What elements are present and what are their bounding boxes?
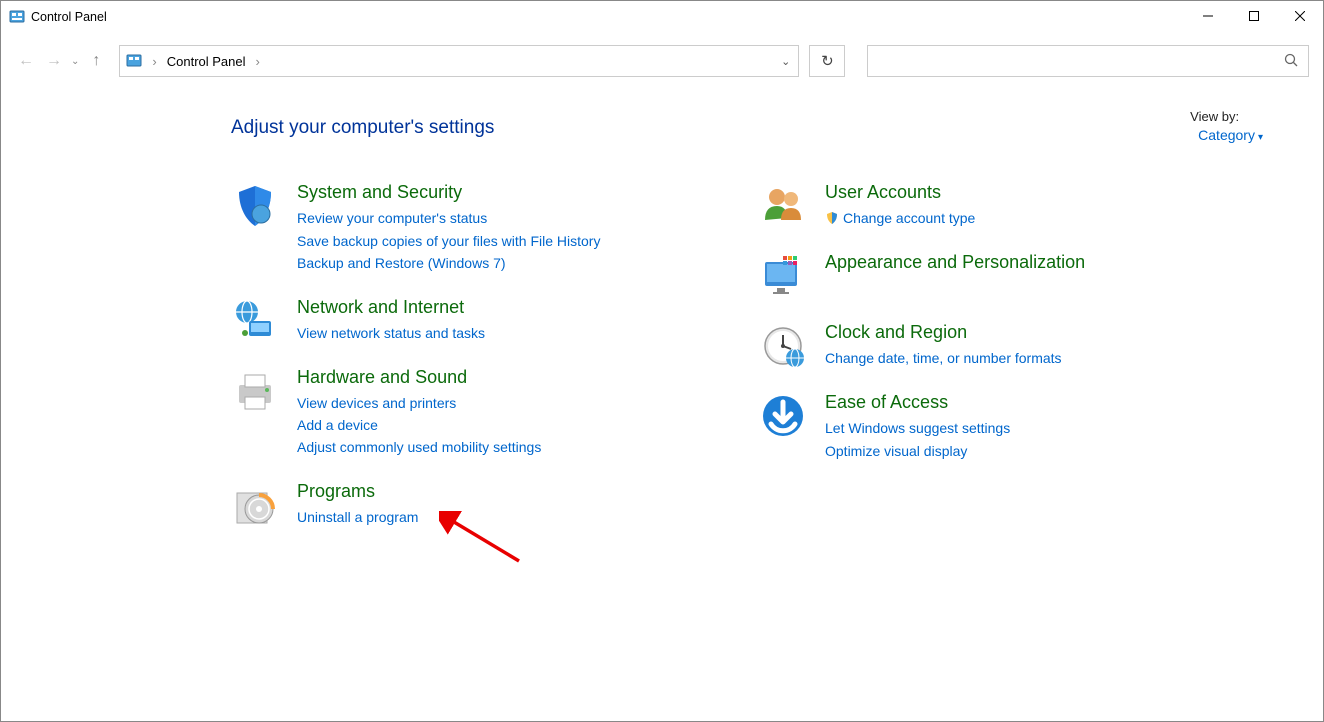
window-controls xyxy=(1185,1,1323,31)
refresh-button[interactable]: ↻ xyxy=(809,45,845,77)
category-programs: Programs Uninstall a program xyxy=(231,481,735,529)
breadcrumb-segment[interactable]: Control Panel xyxy=(167,54,246,69)
category-title[interactable]: Appearance and Personalization xyxy=(825,252,1085,273)
category-title[interactable]: Clock and Region xyxy=(825,322,967,343)
minimize-button[interactable] xyxy=(1185,1,1231,31)
category-title[interactable]: Network and Internet xyxy=(297,297,464,318)
window-title: Control Panel xyxy=(31,10,107,24)
disc-icon xyxy=(231,481,279,529)
category-hardware-sound: Hardware and Sound View devices and print… xyxy=(231,367,735,459)
clock-icon xyxy=(759,322,807,370)
category-link[interactable]: Uninstall a program xyxy=(297,506,418,528)
search-icon xyxy=(1284,53,1298,70)
category-link[interactable]: Change account type xyxy=(825,207,975,229)
category-link[interactable]: Save backup copies of your files with Fi… xyxy=(297,230,600,252)
category-title[interactable]: Ease of Access xyxy=(825,392,948,413)
category-link[interactable]: View network status and tasks xyxy=(297,322,485,344)
category-network-internet: Network and Internet View network status … xyxy=(231,297,735,345)
view-by-dropdown[interactable]: Category▾ xyxy=(1198,124,1263,146)
uac-shield-icon xyxy=(825,209,839,223)
category-appearance: Appearance and Personalization xyxy=(759,252,1263,300)
appearance-icon xyxy=(759,252,807,300)
address-bar[interactable]: › Control Panel › ⌄ xyxy=(119,45,799,77)
users-icon xyxy=(759,182,807,230)
close-button[interactable] xyxy=(1277,1,1323,31)
category-link[interactable]: View devices and printers xyxy=(297,392,541,414)
navigation-bar: ← → ⌄ ↑ › Control Panel › ⌄ ↻ xyxy=(1,41,1323,81)
chevron-right-icon[interactable]: › xyxy=(252,54,264,69)
search-box[interactable] xyxy=(867,45,1309,77)
category-system-security: System and Security Review your computer'… xyxy=(231,182,735,274)
up-button[interactable]: ↑ xyxy=(85,50,107,72)
category-link[interactable]: Adjust commonly used mobility settings xyxy=(297,436,541,458)
recent-locations-dropdown[interactable]: ⌄ xyxy=(71,56,79,67)
category-title[interactable]: Programs xyxy=(297,481,375,502)
ease-icon xyxy=(759,392,807,440)
search-input[interactable] xyxy=(876,54,1300,69)
category-title[interactable]: User Accounts xyxy=(825,182,941,203)
category-link[interactable]: Let Windows suggest settings xyxy=(825,417,1010,439)
category-clock-region: Clock and Region Change date, time, or nu… xyxy=(759,322,1263,370)
forward-button[interactable]: → xyxy=(43,50,65,72)
category-title[interactable]: System and Security xyxy=(297,182,462,203)
content-area: Adjust your computer's settings View by:… xyxy=(1,81,1323,551)
page-heading: Adjust your computer's settings xyxy=(231,117,494,139)
chevron-right-icon[interactable]: › xyxy=(148,54,160,69)
category-link[interactable]: Add a device xyxy=(297,414,541,436)
category-link[interactable]: Optimize visual display xyxy=(825,440,1010,462)
address-history-dropdown[interactable]: ⌄ xyxy=(781,55,790,68)
view-by-control: View by: Category▾ xyxy=(1190,109,1263,146)
title-bar: Control Panel xyxy=(1,1,1323,33)
control-panel-icon xyxy=(9,9,25,25)
category-ease-of-access: Ease of Access Let Windows suggest settin… xyxy=(759,392,1263,462)
category-title[interactable]: Hardware and Sound xyxy=(297,367,467,388)
category-link[interactable]: Review your computer's status xyxy=(297,207,600,229)
chevron-down-icon: ▾ xyxy=(1258,132,1263,143)
category-link[interactable]: Backup and Restore (Windows 7) xyxy=(297,252,600,274)
category-link[interactable]: Change date, time, or number formats xyxy=(825,347,1062,369)
back-button[interactable]: ← xyxy=(15,50,37,72)
shield-icon xyxy=(231,182,279,230)
maximize-button[interactable] xyxy=(1231,1,1277,31)
view-by-label: View by: xyxy=(1190,109,1239,124)
category-user-accounts: User Accounts Change account type xyxy=(759,182,1263,230)
control-panel-icon xyxy=(126,53,142,69)
network-icon xyxy=(231,297,279,345)
printer-icon xyxy=(231,367,279,415)
